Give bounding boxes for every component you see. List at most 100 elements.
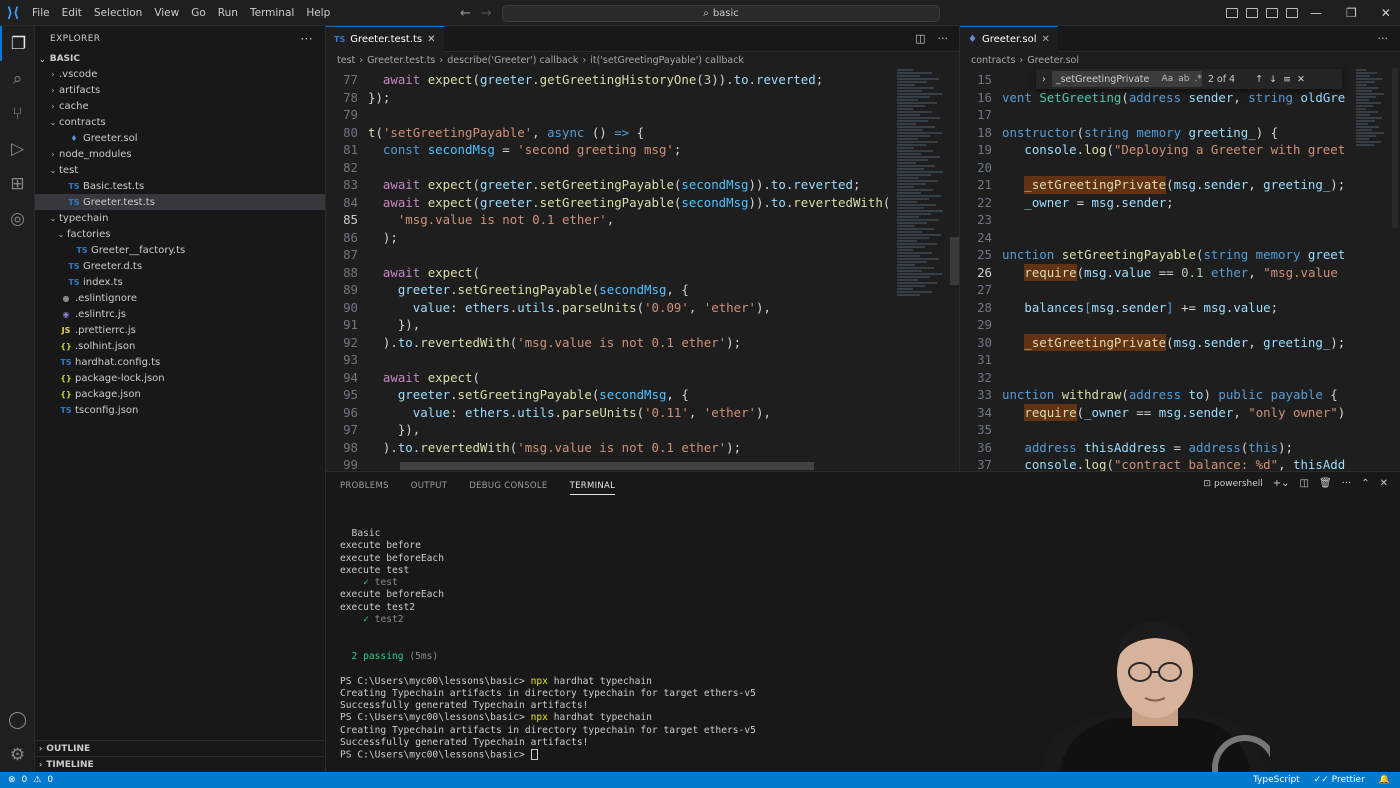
back-arrow-icon[interactable]: ← bbox=[460, 6, 471, 21]
explorer-icon[interactable]: ❐ bbox=[0, 26, 35, 61]
menu-selection[interactable]: Selection bbox=[88, 0, 148, 26]
split-terminal-icon[interactable]: ◫ bbox=[1300, 478, 1309, 489]
menu-view[interactable]: View bbox=[148, 0, 185, 26]
minimap-line bbox=[1356, 123, 1368, 125]
minimize-icon[interactable]: — bbox=[1310, 6, 1322, 20]
menu-go[interactable]: Go bbox=[185, 0, 212, 26]
close-panel-icon[interactable]: ✕ bbox=[1380, 478, 1388, 489]
source-control-icon[interactable]: ⑂ bbox=[0, 96, 35, 131]
tree-folder[interactable]: ⌄ test bbox=[35, 162, 325, 178]
breadcrumb-item[interactable]: Greeter.sol bbox=[1027, 55, 1079, 66]
close-find-icon[interactable]: ✕ bbox=[1297, 74, 1305, 85]
tab-output[interactable]: OUTPUT bbox=[411, 481, 447, 491]
tab-problems[interactable]: PROBLEMS bbox=[340, 481, 389, 491]
menu-run[interactable]: Run bbox=[212, 0, 244, 26]
tree-file[interactable]: TS Greeter.d.ts bbox=[35, 258, 325, 274]
menu-terminal[interactable]: Terminal bbox=[244, 0, 300, 26]
whole-word-toggle[interactable]: ab bbox=[1178, 74, 1189, 84]
panel-more-actions-icon[interactable]: ··· bbox=[1342, 478, 1352, 489]
tree-file[interactable]: {} package.json bbox=[35, 386, 325, 402]
breadcrumb-item[interactable]: it('setGreetingPayable') callback bbox=[590, 55, 744, 66]
accounts-icon[interactable]: ◯ bbox=[0, 702, 35, 737]
horizontal-scrollbar-thumb[interactable] bbox=[400, 462, 814, 470]
close-icon[interactable]: ✕ bbox=[427, 34, 435, 45]
editor-more-actions-icon[interactable]: ··· bbox=[938, 32, 949, 45]
code-editor-greeter-sol[interactable]: 15 16 vent SetGreeting(address sender, str… bbox=[960, 71, 1352, 471]
toggle-panel-icon[interactable] bbox=[1246, 8, 1258, 18]
outline-section[interactable]: › OUTLINE bbox=[35, 740, 325, 756]
tree-folder[interactable]: ⌄ typechain bbox=[35, 210, 325, 226]
match-case-toggle[interactable]: Aa bbox=[1162, 74, 1174, 84]
restore-icon[interactable]: ❐ bbox=[1346, 6, 1357, 20]
tree-file[interactable]: TS hardhat.config.ts bbox=[35, 354, 325, 370]
terminal-output[interactable]: Basic execute before execute beforeEach exe… bbox=[340, 528, 756, 762]
tree-file[interactable]: TS tsconfig.json bbox=[35, 402, 325, 418]
editor-more-actions-icon[interactable]: ··· bbox=[1378, 32, 1389, 45]
workspace-root[interactable]: ⌄ BASIC bbox=[35, 52, 325, 66]
toggle-secondary-sidebar-icon[interactable] bbox=[1266, 8, 1278, 18]
split-editor-icon[interactable]: ◫ bbox=[915, 32, 925, 45]
hardhat-icon[interactable]: ◎ bbox=[0, 201, 35, 236]
vertical-scrollbar[interactable] bbox=[1392, 68, 1398, 228]
prettier-status[interactable]: ✓✓ Prettier bbox=[1314, 775, 1365, 785]
code-editor-greeter-test[interactable]: 77 await expect(greeter.getGreetingHisto… bbox=[326, 71, 892, 469]
tree-file[interactable]: {} .solhint.json bbox=[35, 338, 325, 354]
run-debug-icon[interactable]: ▷ bbox=[0, 131, 35, 166]
breadcrumb-item[interactable]: Greeter.test.ts bbox=[367, 55, 435, 66]
extensions-icon[interactable]: ⊞ bbox=[0, 166, 35, 201]
tab-terminal[interactable]: TERMINAL bbox=[569, 481, 616, 495]
vertical-scrollbar-thumb[interactable] bbox=[950, 237, 959, 285]
breadcrumb-item[interactable]: contracts bbox=[971, 55, 1015, 66]
toggle-replace-icon[interactable]: › bbox=[1042, 74, 1046, 85]
language-mode[interactable]: TypeScript bbox=[1253, 775, 1300, 785]
maximize-panel-icon[interactable]: ⌃ bbox=[1361, 478, 1369, 489]
more-actions-icon[interactable]: ··· bbox=[300, 32, 313, 46]
minimap-line bbox=[1356, 96, 1377, 98]
customize-layout-icon[interactable] bbox=[1286, 8, 1298, 18]
tree-folder[interactable]: › artifacts bbox=[35, 82, 325, 98]
kill-terminal-icon[interactable]: 🗑 bbox=[1319, 478, 1332, 489]
new-terminal-icon[interactable]: +⌄ bbox=[1273, 478, 1290, 489]
tree-file[interactable]: TS Greeter.test.ts bbox=[35, 194, 325, 210]
tree-file[interactable]: JS .prettierrc.js bbox=[35, 322, 325, 338]
find-input[interactable]: _setGreetingPrivate Aa ab .* bbox=[1051, 71, 1202, 87]
minimap-line bbox=[897, 273, 942, 275]
tree-folder[interactable]: › .vscode bbox=[35, 66, 325, 82]
next-match-icon[interactable]: ↓ bbox=[1269, 74, 1277, 85]
command-center-search[interactable]: ⌕ basic bbox=[502, 5, 940, 22]
tree-folder[interactable]: ⌄ factories bbox=[35, 226, 325, 242]
menu-file[interactable]: File bbox=[26, 0, 56, 26]
tree-file[interactable]: ♦ Greeter.sol bbox=[35, 130, 325, 146]
previous-match-icon[interactable]: ↑ bbox=[1255, 74, 1263, 85]
regex-toggle[interactable]: .* bbox=[1194, 74, 1201, 84]
close-window-icon[interactable]: ✕ bbox=[1381, 6, 1391, 20]
menu-edit[interactable]: Edit bbox=[56, 0, 88, 26]
tab-debug-console[interactable]: DEBUG CONSOLE bbox=[469, 481, 547, 491]
search-icon[interactable]: ⌕ bbox=[0, 61, 35, 96]
breadcrumb-item[interactable]: describe('Greeter') callback bbox=[447, 55, 578, 66]
tree-file[interactable]: TS Basic.test.ts bbox=[35, 178, 325, 194]
close-icon[interactable]: ✕ bbox=[1041, 34, 1049, 45]
toggle-sidebar-icon[interactable] bbox=[1226, 8, 1238, 18]
timeline-section[interactable]: › TIMELINE bbox=[35, 756, 325, 772]
tree-file[interactable]: TS index.ts bbox=[35, 274, 325, 290]
tree-folder[interactable]: › cache bbox=[35, 98, 325, 114]
minimap[interactable] bbox=[897, 68, 949, 298]
tree-file[interactable]: {} package-lock.json bbox=[35, 370, 325, 386]
tree-folder[interactable]: ⌄ contracts bbox=[35, 114, 325, 130]
notifications-bell-icon[interactable]: 🔔 bbox=[1379, 775, 1390, 785]
terminal-shell-selector[interactable]: ⊡ powershell bbox=[1203, 479, 1262, 489]
settings-gear-icon[interactable]: ⚙ bbox=[0, 737, 35, 772]
menu-help[interactable]: Help bbox=[300, 0, 336, 26]
tree-file[interactable]: ● .eslintignore bbox=[35, 290, 325, 306]
tab-greeter-sol[interactable]: ♦ Greeter.sol ✕ bbox=[960, 26, 1058, 52]
forward-arrow-icon[interactable]: → bbox=[481, 6, 492, 21]
tab-greeter-test-ts[interactable]: TS Greeter.test.ts ✕ bbox=[326, 26, 444, 52]
tree-file[interactable]: ◉ .eslintrc.js bbox=[35, 306, 325, 322]
tree-file[interactable]: TS Greeter__factory.ts bbox=[35, 242, 325, 258]
find-in-selection-icon[interactable]: ≡ bbox=[1283, 74, 1291, 85]
tree-folder[interactable]: › node_modules bbox=[35, 146, 325, 162]
minimap[interactable] bbox=[1356, 68, 1388, 148]
problems-indicator[interactable]: ⊗ 0 ⚠ 0 bbox=[0, 775, 53, 785]
breadcrumb-item[interactable]: test bbox=[337, 55, 355, 66]
